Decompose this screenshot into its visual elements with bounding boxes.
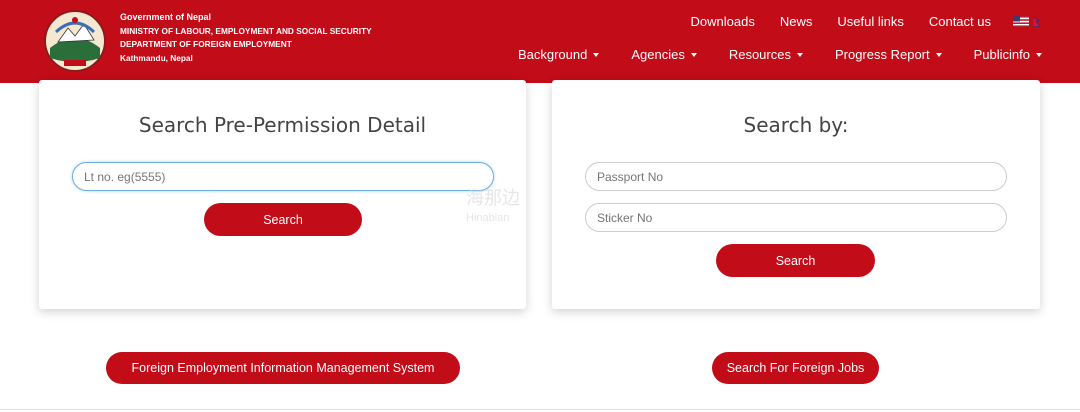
passport-search-button[interactable]: Search: [716, 244, 875, 277]
link-downloads[interactable]: Downloads: [691, 14, 755, 29]
site-header: Government of Nepal MINISTRY OF LABOUR, …: [0, 0, 1080, 83]
top-links: Downloads News Useful links Contact us: [666, 14, 1040, 29]
link-news[interactable]: News: [780, 14, 813, 29]
caret-down-icon: [593, 52, 600, 57]
nav-resources-label: Resources: [728, 47, 791, 62]
nav-progress-report[interactable]: Progress Report: [835, 47, 942, 62]
nav-background-label: Background: [517, 47, 588, 62]
nepal-flag-icon: [1033, 16, 1040, 27]
pre-permission-title: Search Pre-Permission Detail: [138, 113, 427, 137]
nav-progress-report-label: Progress Report: [834, 47, 930, 62]
nav-agencies-label: Agencies: [631, 47, 685, 62]
caret-down-icon: [1036, 52, 1042, 57]
search-by-title: Search by:: [743, 113, 849, 137]
nepal-emblem-icon[interactable]: [40, 8, 110, 74]
caret-down-icon: [796, 52, 803, 57]
pre-permission-search-card: Search Pre-Permission Detail Search: [39, 80, 526, 309]
organization-name: Government of Nepal MINISTRY OF LABOUR, …: [120, 11, 372, 65]
caret-down-icon: [935, 52, 942, 57]
nav-resources[interactable]: Resources: [729, 47, 803, 62]
sticker-number-input[interactable]: [585, 203, 1007, 232]
lt-number-input[interactable]: [72, 162, 494, 191]
nav-agencies[interactable]: Agencies: [631, 47, 697, 62]
link-contact-us[interactable]: Contact us: [929, 14, 991, 29]
org-line-government: Government of Nepal: [120, 12, 212, 22]
feims-button[interactable]: Foreign Employment Information Managemen…: [106, 352, 460, 384]
org-line-ministry: MINISTRY OF LABOUR, EMPLOYMENT AND SOCIA…: [120, 25, 372, 36]
nav-publicinfo-label: Publicinfo: [973, 47, 1030, 62]
us-flag-icon: [1013, 16, 1029, 27]
nav-background[interactable]: Background: [517, 47, 600, 62]
nav-publicinfo[interactable]: Publicinfo: [974, 47, 1042, 62]
main-navigation: Background Agencies Resources Progress R…: [486, 47, 1042, 62]
search-foreign-jobs-button[interactable]: Search For Foreign Jobs: [712, 352, 879, 384]
language-switcher[interactable]: [1013, 16, 1040, 27]
footer-divider: [0, 409, 1080, 410]
link-useful-links[interactable]: Useful links: [837, 14, 903, 29]
org-line-location: Kathmandu, Nepal: [120, 52, 193, 63]
org-line-department: DEPARTMENT OF FOREIGN EMPLOYMENT: [120, 39, 292, 49]
pre-permission-search-button[interactable]: Search: [204, 203, 362, 236]
passport-search-card: Search by: Search: [552, 80, 1040, 309]
passport-number-input[interactable]: [585, 162, 1007, 191]
caret-down-icon: [690, 52, 697, 57]
